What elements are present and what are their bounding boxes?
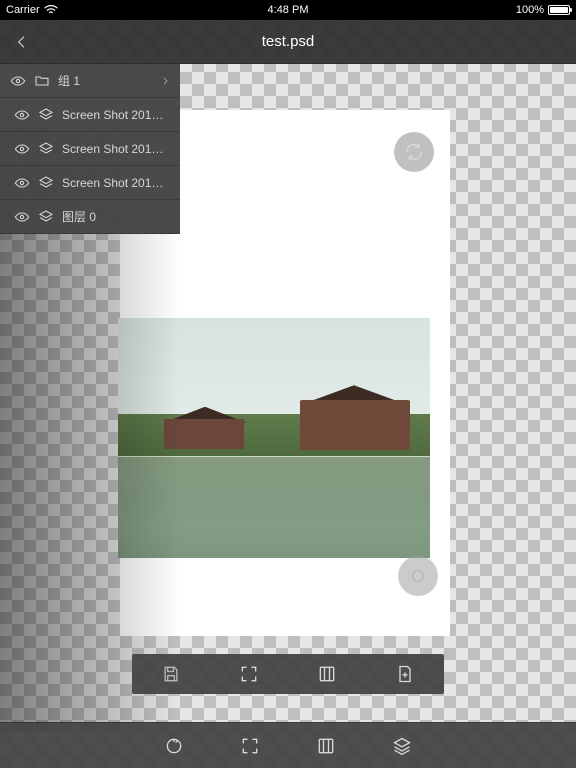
canvas-toolbar <box>132 654 444 694</box>
chevron-right-icon <box>160 74 170 88</box>
eye-icon[interactable] <box>14 175 30 191</box>
statusbar: Carrier 4:48 PM 100% <box>0 0 576 20</box>
layers-panel: 组 1 Screen Shot 2017-... Screen Shot 201… <box>0 64 180 234</box>
sync-icon <box>403 141 425 163</box>
expand-button[interactable] <box>231 656 267 692</box>
photo-reflection <box>118 457 430 558</box>
photo-building-left <box>164 419 244 449</box>
toggle-button[interactable] <box>398 556 438 596</box>
add-page-button[interactable] <box>387 656 423 692</box>
layer-label: Screen Shot 2017-... <box>62 108 170 122</box>
resize-button[interactable] <box>309 656 345 692</box>
layer-label: Screen Shot 2017-... <box>62 176 170 190</box>
sync-button[interactable] <box>394 132 434 172</box>
expand-icon <box>239 664 259 684</box>
layers-button[interactable] <box>384 728 420 764</box>
layers-icon <box>38 107 54 123</box>
photo-building-main <box>300 400 410 450</box>
resize-icon <box>316 736 336 756</box>
layers-icon <box>38 209 54 225</box>
rotate-button[interactable] <box>156 728 192 764</box>
eye-icon[interactable] <box>14 141 30 157</box>
layer-row[interactable]: Screen Shot 2017-... <box>0 166 180 200</box>
layer-label: Screen Shot 2017-... <box>62 142 170 156</box>
save-button[interactable] <box>153 656 189 692</box>
layer-row[interactable]: Screen Shot 2017-... <box>0 132 180 166</box>
layer-label: 组 1 <box>58 72 152 89</box>
layer-row[interactable]: 图层 0 <box>0 200 180 234</box>
rotate-icon <box>164 736 184 756</box>
clock: 4:48 PM <box>0 4 576 16</box>
eye-icon[interactable] <box>14 209 30 225</box>
expand-button-bottom[interactable] <box>232 728 268 764</box>
resize-icon <box>317 664 337 684</box>
eye-icon[interactable] <box>14 107 30 123</box>
save-icon <box>161 664 181 684</box>
add-page-icon <box>395 664 415 684</box>
page-title: test.psd <box>0 33 576 50</box>
layers-icon <box>38 141 54 157</box>
image-layer[interactable] <box>118 318 430 558</box>
expand-icon <box>240 736 260 756</box>
layer-label: 图层 0 <box>62 208 170 225</box>
layers-icon <box>38 175 54 191</box>
resize-button-bottom[interactable] <box>308 728 344 764</box>
layer-stack-icon <box>392 736 412 756</box>
bottombar <box>0 722 576 768</box>
circle-icon <box>407 565 429 587</box>
battery-icon <box>548 5 570 15</box>
navbar: test.psd <box>0 20 576 64</box>
layer-row-group[interactable]: 组 1 <box>0 64 180 98</box>
layer-row[interactable]: Screen Shot 2017-... <box>0 98 180 132</box>
folder-icon <box>34 73 50 89</box>
eye-icon[interactable] <box>10 73 26 89</box>
